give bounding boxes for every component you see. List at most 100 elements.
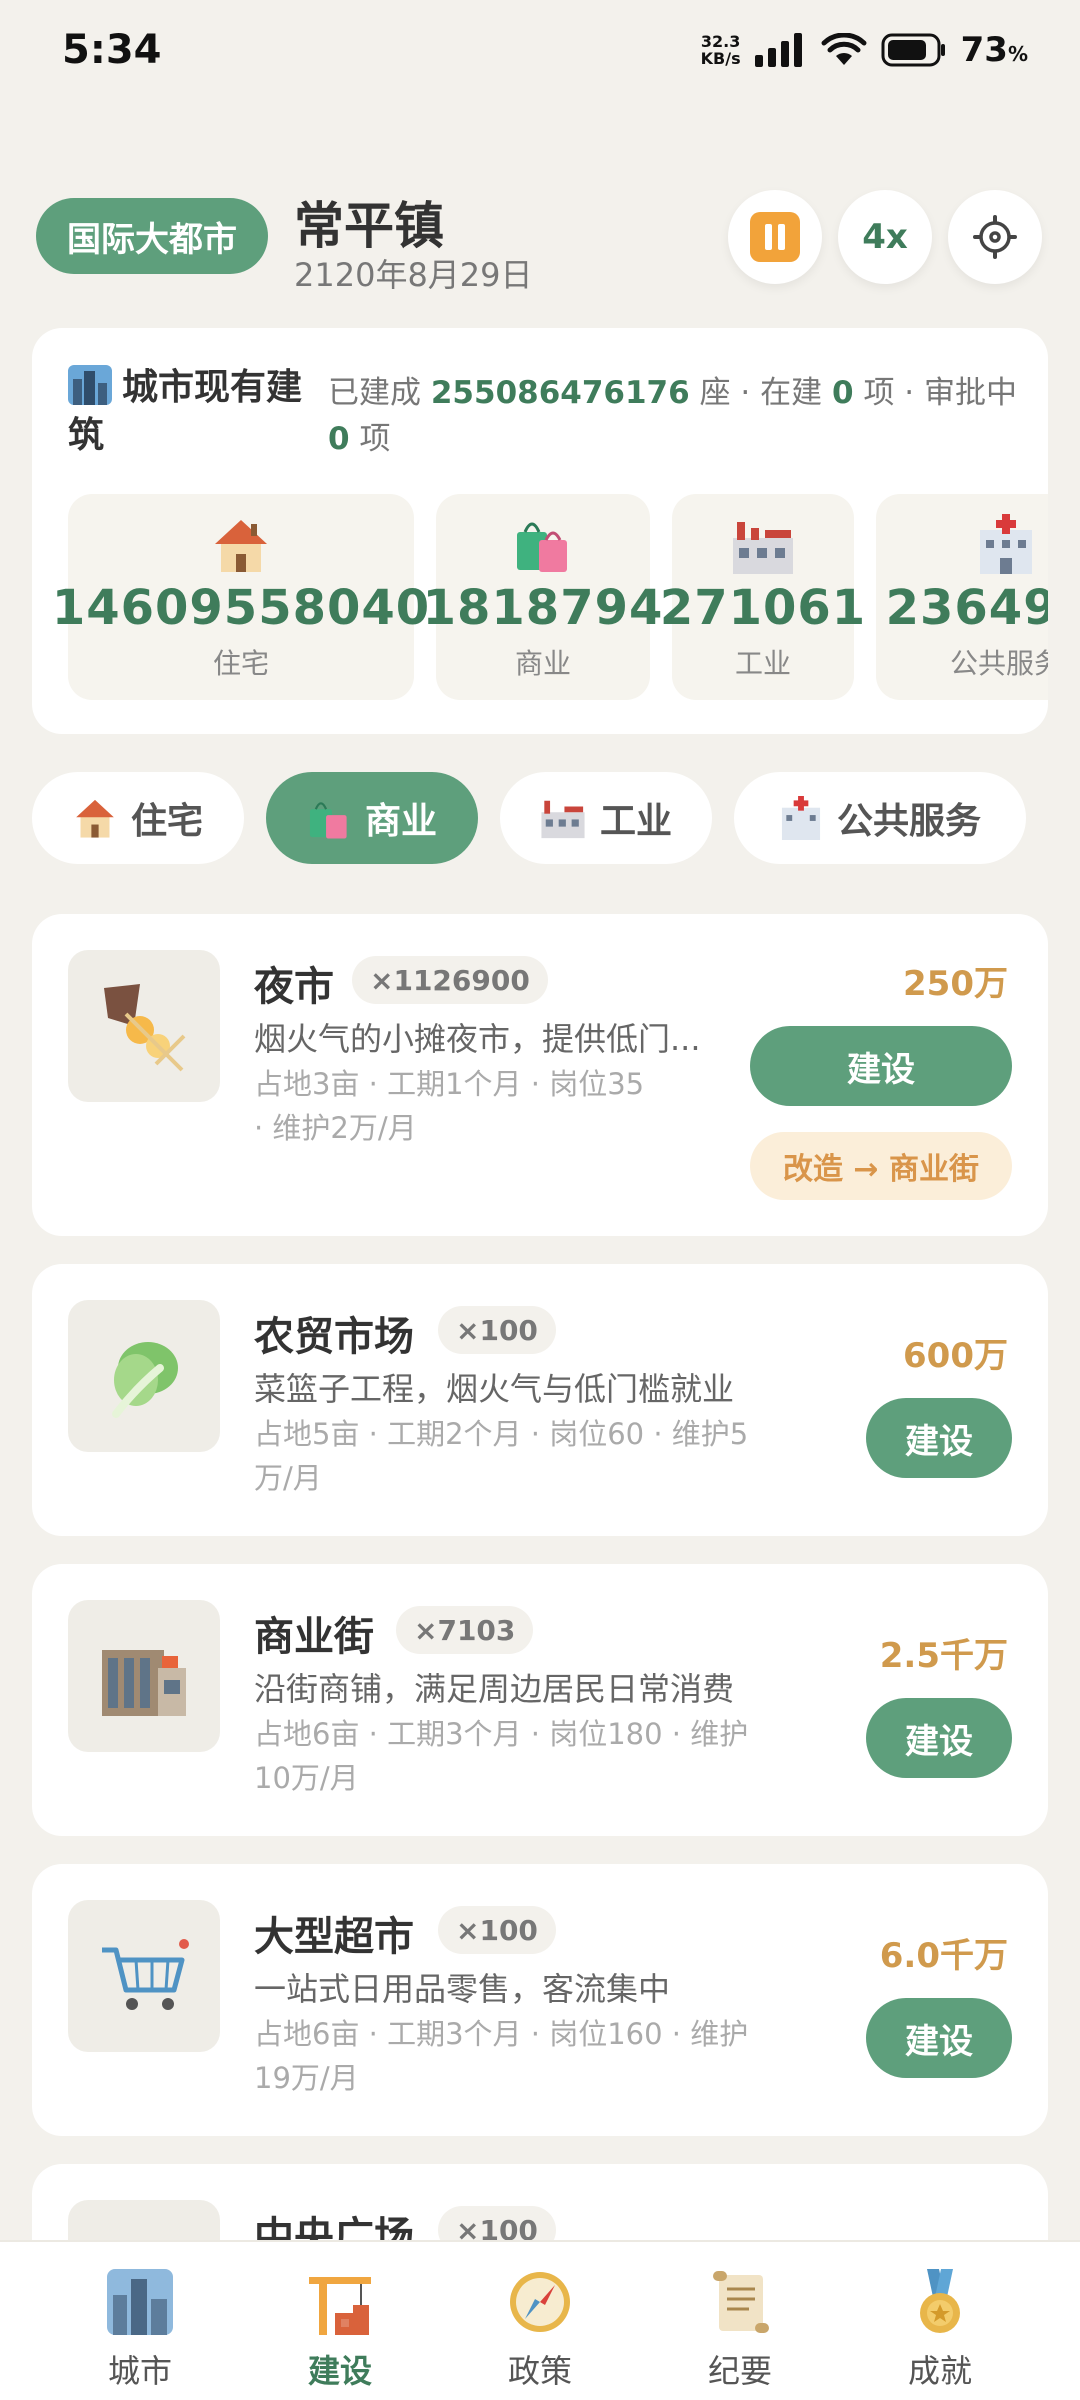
tile-value: 1818794 <box>422 580 664 636</box>
city-rank-badge[interactable]: 国际大都市 <box>36 198 268 274</box>
building-meta: 占地6亩 · 工期3个月 · 岗位180 · 维护 10万/月 <box>254 1717 749 1795</box>
factory-icon <box>733 522 793 574</box>
nav-build[interactable]: 建设 <box>270 2266 410 2400</box>
battery-icon <box>881 33 945 67</box>
building-price: 2.5千万 <box>879 1636 1008 1676</box>
nav-records[interactable]: 纪要 <box>670 2266 810 2400</box>
tile-value: 2364929 <box>885 580 1048 636</box>
bottom-navigation: 城市 建设 政策 纪要 成就 <box>0 2240 1080 2400</box>
tile-label: 工业 <box>734 647 791 680</box>
nav-city[interactable]: 城市 <box>70 2266 210 2400</box>
tab-commercial[interactable]: 商业 <box>266 772 478 864</box>
tile-label: 公共服务 <box>949 647 1048 680</box>
status-indicators: 32.3 KB/s 73% <box>701 30 1028 70</box>
tab-label: 公共服务 <box>836 801 981 842</box>
upgrade-button[interactable]: 改造 → 商业街 <box>750 1132 1012 1200</box>
nav-achievements[interactable]: 成就 <box>870 2266 1010 2400</box>
settings-button[interactable] <box>948 190 1042 284</box>
building-thumbnail <box>68 1600 220 1752</box>
pause-button[interactable] <box>728 190 822 284</box>
network-speed: 32.3 KB/s <box>701 33 741 67</box>
gear-icon <box>973 215 1017 259</box>
building-meta: 占地3亩 · 工期1个月 · 岗位35 · 维护2万/月 <box>254 1067 645 1145</box>
building-count-badge: ×100 <box>438 1306 556 1354</box>
tile-value: 14609558040 <box>51 580 431 636</box>
shopping-bags-icon <box>517 522 567 572</box>
wifi-icon <box>821 33 867 65</box>
city-icon <box>107 2269 173 2335</box>
build-button[interactable]: 建设 <box>866 1998 1012 2078</box>
tab-residential[interactable]: 住宅 <box>32 772 244 864</box>
network-speed-value: 32.3 <box>700 32 741 51</box>
city-buildings-card: 城市现有建筑 已建成 255086476176 座 · 在建 0 项 · 审批中… <box>32 328 1048 734</box>
building-description: 烟火气的小摊夜市，提供低门... <box>254 1020 701 1058</box>
tile-commercial: 1818794 商业 <box>423 494 662 700</box>
building-count-badge: ×7103 <box>396 1606 534 1654</box>
shopping-cart-icon <box>102 1939 189 2010</box>
town-name: 常平镇 <box>294 197 444 255</box>
build-button[interactable]: 建设 <box>866 1398 1012 1478</box>
tab-label: 工业 <box>599 801 672 842</box>
building-description: 菜篮子工程，烟火气与低门槛就业 <box>254 1370 735 1408</box>
tile-residential: 14609558040 住宅 <box>52 494 429 700</box>
header: 国际大都市 常平镇 2120年8月29日 4x <box>36 186 1044 296</box>
in-progress-count: 0 <box>832 375 854 411</box>
house-icon <box>76 799 114 838</box>
storefront-icon <box>102 1650 186 1716</box>
tab-public-service[interactable]: 公共服务 <box>734 772 1026 864</box>
stats-summary: 已建成 255086476176 座 · 在建 0 项 · 审批中 0 项 <box>328 375 1018 457</box>
nav-label: 建设 <box>307 2352 372 2390</box>
house-icon <box>215 520 267 572</box>
building-thumbnail <box>68 1900 220 2052</box>
cityscape-icon <box>68 365 112 405</box>
tab-industrial[interactable]: 工业 <box>500 772 712 864</box>
skewer-icon <box>104 984 186 1072</box>
building-card-farmers-market: 农贸市场 ×100 菜篮子工程，烟火气与低门槛就业 占地5亩 · 工期2个月 ·… <box>32 1264 1048 1536</box>
stats-title: 城市现有建筑 <box>68 365 303 456</box>
tile-value: 271061 <box>659 580 867 636</box>
building-name: 夜市 <box>254 964 334 1010</box>
shopping-bags-icon <box>309 802 347 839</box>
signal-icon <box>754 33 802 67</box>
category-tiles: 14609558040 住宅 1818794 商业 271061 工业 2364… <box>52 494 1048 700</box>
tile-industrial: 271061 工业 <box>660 494 865 700</box>
crane-icon <box>309 2277 371 2335</box>
tab-label: 住宅 <box>130 801 203 842</box>
building-description: 一站式日用品零售，客流集中 <box>254 1970 671 2008</box>
building-thumbnail <box>68 1300 220 1452</box>
building-card-commercial-street: 商业街 ×7103 沿街商铺，满足周边居民日常消费 占地6亩 · 工期3个月 ·… <box>32 1564 1048 1836</box>
nav-label: 成就 <box>907 2352 972 2390</box>
game-speed-button[interactable]: 4x <box>838 190 932 284</box>
tab-label: 商业 <box>364 801 437 842</box>
building-meta: 占地6亩 · 工期3个月 · 岗位160 · 维护 19万/月 <box>254 2017 749 2095</box>
status-bar: 5:34 32.3 KB/s 73% <box>0 0 1080 100</box>
category-tabs: 住宅 商业 工业 公共服务 <box>32 772 1080 864</box>
tile-public-service: 2364929 公共服务 <box>876 494 1048 700</box>
building-price: 600万 <box>903 1336 1008 1376</box>
building-card-night-market: 夜市 ×1126900 烟火气的小摊夜市，提供低门... 占地3亩 · 工期1个… <box>32 914 1048 1236</box>
battery-percent: 73% <box>960 30 1028 70</box>
building-count-badge: ×1126900 <box>352 956 548 1004</box>
build-button[interactable]: 建设 <box>866 1698 1012 1778</box>
building-price: 6.0千万 <box>879 1936 1008 1976</box>
status-time: 5:34 <box>62 27 162 73</box>
hospital-icon <box>781 796 821 840</box>
scroll-icon <box>713 2271 769 2333</box>
tile-label: 商业 <box>514 647 571 680</box>
nav-policy[interactable]: 政策 <box>470 2266 610 2400</box>
tile-label: 住宅 <box>212 647 269 680</box>
building-name: 大型超市 <box>254 1914 414 1960</box>
building-meta: 占地5亩 · 工期2个月 · 岗位60 · 维护5 万/月 <box>254 1417 749 1495</box>
building-name: 农贸市场 <box>254 1314 414 1360</box>
pending-count: 0 <box>328 421 350 457</box>
network-speed-unit: KB/s <box>700 49 741 68</box>
hospital-icon <box>980 514 1032 574</box>
building-count-badge: ×100 <box>438 1906 556 1954</box>
cabbage-icon <box>112 1342 178 1418</box>
building-price: 250万 <box>903 964 1008 1004</box>
medal-icon <box>920 2269 960 2333</box>
nav-label: 纪要 <box>707 2352 772 2390</box>
compass-icon <box>510 2272 570 2332</box>
build-button[interactable]: 建设 <box>750 1026 1012 1106</box>
building-description: 沿街商铺，满足周边居民日常消费 <box>254 1670 735 1708</box>
